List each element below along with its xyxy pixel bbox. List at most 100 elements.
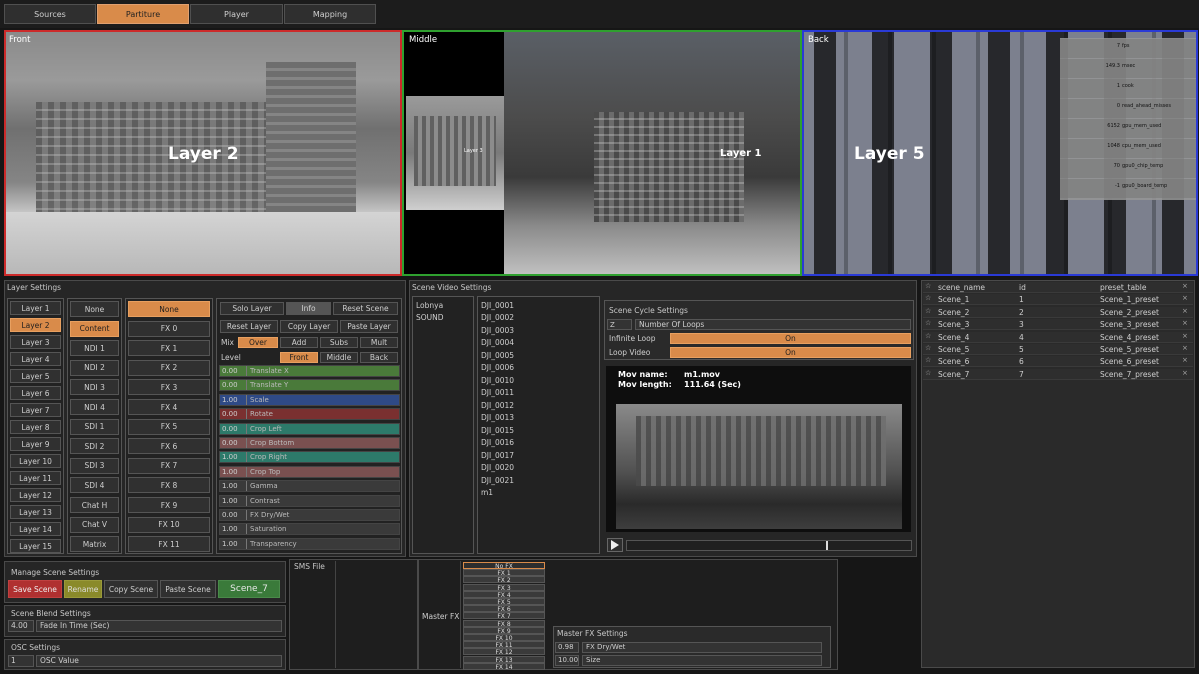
layer-item[interactable]: Layer 3 <box>10 335 61 349</box>
file-item[interactable]: DJI_0013 <box>481 412 514 424</box>
master-fx-param-value[interactable]: 0.98 <box>555 642 579 653</box>
mix-over-button[interactable]: Over <box>238 337 278 348</box>
mix-mult-button[interactable]: Mult <box>360 337 398 348</box>
star-icon[interactable]: ☆ <box>925 294 931 302</box>
sms-file-area[interactable] <box>335 561 417 668</box>
file-item[interactable]: m1 <box>481 487 493 499</box>
source-item[interactable]: Content <box>70 320 119 337</box>
level-middle-button[interactable]: Middle <box>320 352 358 363</box>
fx-item[interactable]: FX 2 <box>128 359 210 376</box>
close-icon[interactable]: × <box>1182 319 1188 327</box>
file-item[interactable]: DJI_0015 <box>481 424 514 436</box>
layer-item[interactable]: Layer 9 <box>10 437 61 451</box>
param-row[interactable]: 1.00 Crop Top <box>219 465 400 478</box>
param-row[interactable]: 0.00 Crop Bottom <box>219 437 400 449</box>
param-value[interactable]: 1.00 <box>222 396 238 404</box>
current-scene-field[interactable]: Scene_7 <box>218 580 280 598</box>
layer-item[interactable]: Layer 7 <box>10 403 61 417</box>
viewport-back[interactable]: Back Layer 5 7 fps 149.3 msec 1 cook 0 read_ahe… <box>802 30 1198 276</box>
mix-add-button[interactable]: Add <box>280 337 318 348</box>
tab-partiture[interactable]: Partiture <box>97 4 189 24</box>
close-icon[interactable]: × <box>1182 294 1188 302</box>
file-item[interactable]: DJI_0006 <box>481 362 514 374</box>
param-value[interactable]: 1.00 <box>222 482 238 490</box>
layer-item[interactable]: Layer 10 <box>10 454 61 468</box>
file-item[interactable]: DJI_0001 <box>481 299 514 311</box>
close-icon[interactable]: × <box>1182 332 1188 340</box>
master-fx-item[interactable]: FX 2 <box>463 576 545 584</box>
layer-item[interactable]: Layer 4 <box>10 352 61 366</box>
source-item[interactable]: NDI 4 <box>70 399 119 415</box>
master-fx-item[interactable]: FX 5 <box>463 598 545 606</box>
file-item[interactable]: DJI_0012 <box>481 399 514 411</box>
info-button[interactable]: Info <box>286 302 331 315</box>
layer-item[interactable]: Layer 8 <box>10 420 61 434</box>
folder-item[interactable]: SOUND <box>416 312 444 324</box>
viewport-middle[interactable]: Layer 3 Middle Layer 1 <box>402 30 802 276</box>
paste-scene-button[interactable]: Paste Scene <box>160 580 216 598</box>
loops-field[interactable]: Z <box>607 319 632 330</box>
fx-item[interactable]: FX 7 <box>128 457 210 474</box>
reset-scene-button[interactable]: Reset Scene <box>333 302 398 315</box>
timeline-handle[interactable] <box>825 541 828 550</box>
master-fx-item[interactable]: FX 9 <box>463 626 545 635</box>
master-fx-item[interactable]: FX 10 <box>463 634 545 642</box>
param-value[interactable]: 0.00 <box>222 410 238 418</box>
master-fx-item[interactable]: FX 7 <box>463 612 545 620</box>
master-fx-item[interactable]: FX 4 <box>463 590 545 599</box>
param-value[interactable]: 0.00 <box>222 381 238 389</box>
layer-item[interactable]: Layer 13 <box>10 505 61 519</box>
osc-value[interactable]: 1 <box>8 655 34 667</box>
close-icon[interactable]: × <box>1182 369 1188 377</box>
fx-item[interactable]: FX 8 <box>128 477 210 494</box>
param-value[interactable]: 0.00 <box>222 367 238 375</box>
copy-scene-button[interactable]: Copy Scene <box>104 580 158 598</box>
layer-item[interactable]: Layer 1 <box>10 301 61 315</box>
master-fx-item[interactable]: FX 3 <box>463 583 545 592</box>
file-item[interactable]: DJI_0002 <box>481 312 514 324</box>
level-back-button[interactable]: Back <box>360 352 398 363</box>
fx-item[interactable]: FX 0 <box>128 320 210 337</box>
source-item[interactable]: Chat V <box>70 516 119 533</box>
fx-item[interactable]: FX 6 <box>128 438 210 455</box>
param-row[interactable]: 1.00 Saturation <box>219 523 400 536</box>
level-front-button[interactable]: Front <box>280 352 318 363</box>
close-icon[interactable]: × <box>1182 356 1188 364</box>
param-value[interactable]: 1.00 <box>222 497 238 505</box>
param-value[interactable]: 0.00 <box>222 439 238 447</box>
param-row[interactable]: 0.00 Rotate <box>219 408 400 421</box>
file-item[interactable]: DJI_0016 <box>481 437 514 449</box>
master-fx-item[interactable]: No FX <box>463 562 545 570</box>
star-icon[interactable]: ☆ <box>925 319 931 327</box>
fx-item[interactable]: FX 1 <box>128 340 210 357</box>
layer-item[interactable]: Layer 11 <box>10 471 61 485</box>
file-item[interactable]: DJI_0021 <box>481 474 514 486</box>
param-row[interactable]: 0.00 FX Dry/Wet <box>219 509 400 521</box>
loop-video-toggle[interactable]: On <box>670 347 911 358</box>
layer-item[interactable]: Layer 12 <box>10 488 61 502</box>
param-row[interactable]: 1.00 Gamma <box>219 480 400 493</box>
param-value[interactable]: 0.00 <box>222 511 238 519</box>
param-row[interactable]: 1.00 Scale <box>219 393 400 406</box>
play-button[interactable] <box>607 538 623 552</box>
mix-subs-button[interactable]: Subs <box>320 337 358 348</box>
fx-item[interactable]: FX 5 <box>128 418 210 435</box>
source-item[interactable]: SDI 4 <box>70 477 119 494</box>
tab-sources[interactable]: Sources <box>4 4 96 24</box>
param-value[interactable]: 1.00 <box>222 525 238 533</box>
param-row[interactable]: 0.00 Crop Left <box>219 422 400 435</box>
master-fx-item[interactable]: FX 8 <box>463 619 545 628</box>
param-row[interactable]: 1.00 Transparency <box>219 537 400 550</box>
source-item[interactable]: Chat H <box>70 497 119 513</box>
param-row[interactable]: 1.00 Crop Right <box>219 451 400 464</box>
master-fx-param-value[interactable]: 10.00 <box>555 655 579 666</box>
layer-item[interactable]: Layer 15 <box>10 539 61 553</box>
master-fx-item[interactable]: FX 13 <box>463 655 545 664</box>
source-item[interactable]: None <box>70 301 119 317</box>
master-fx-item[interactable]: FX 11 <box>463 641 545 649</box>
file-item[interactable]: DJI_0005 <box>481 349 514 361</box>
layer-item[interactable]: Layer 14 <box>10 522 61 536</box>
source-item[interactable]: NDI 2 <box>70 359 119 376</box>
close-icon[interactable]: × <box>1182 307 1188 315</box>
tab-player[interactable]: Player <box>190 4 283 24</box>
